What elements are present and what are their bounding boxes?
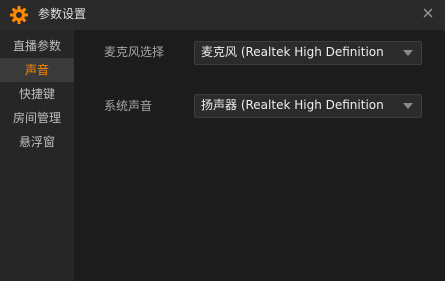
sidebar-item-floating-window[interactable]: 悬浮窗	[0, 130, 74, 154]
microphone-select[interactable]: 麦克风 (Realtek High Definition	[194, 41, 422, 65]
close-icon[interactable]	[421, 6, 435, 20]
settings-window: 参数设置 直播参数 声音 快捷键 房间管理 悬浮窗 麦克风选择 麦克风 (Rea…	[0, 0, 445, 281]
sidebar-nav: 直播参数 声音 快捷键 房间管理 悬浮窗	[0, 30, 74, 281]
system-sound-label: 系统声音	[104, 99, 153, 113]
gear-icon	[10, 6, 28, 24]
microphone-select-value: 麦克风 (Realtek High Definition	[201, 45, 384, 59]
chevron-down-icon	[403, 50, 413, 56]
sidebar-item-hotkeys[interactable]: 快捷键	[0, 82, 74, 106]
sidebar-item-sound[interactable]: 声音	[0, 58, 74, 82]
title-bar[interactable]: 参数设置	[0, 0, 445, 30]
microphone-label: 麦克风选择	[104, 45, 165, 59]
settings-panel: 麦克风选择 麦克风 (Realtek High Definition 系统声音 …	[74, 30, 445, 281]
system-sound-select-value: 扬声器 (Realtek High Definition	[201, 98, 384, 112]
sidebar-item-room-management[interactable]: 房间管理	[0, 106, 74, 130]
system-sound-select[interactable]: 扬声器 (Realtek High Definition	[194, 94, 422, 118]
chevron-down-icon	[403, 103, 413, 109]
sidebar-item-live-params[interactable]: 直播参数	[0, 34, 74, 58]
window-title: 参数设置	[38, 7, 87, 21]
